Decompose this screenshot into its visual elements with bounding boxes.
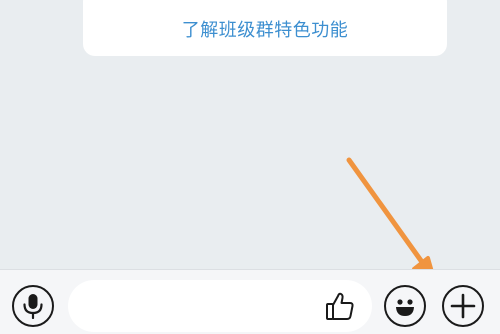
plus-icon <box>450 293 476 319</box>
thumbs-up-icon <box>326 292 354 320</box>
feature-intro-link[interactable]: 了解班级群特色功能 <box>182 16 349 42</box>
feature-intro-card: 了解班级群特色功能 <box>83 0 447 56</box>
voice-button[interactable] <box>12 285 54 327</box>
chat-input-bar <box>0 269 500 334</box>
microphone-icon <box>23 294 43 319</box>
like-button[interactable] <box>322 288 358 324</box>
chat-screen: 了解班级群特色功能 <box>0 0 500 334</box>
emoji-button[interactable] <box>384 285 426 327</box>
arrow-shaft <box>346 157 425 265</box>
more-options-button[interactable] <box>442 285 484 327</box>
smiley-icon <box>396 299 414 316</box>
